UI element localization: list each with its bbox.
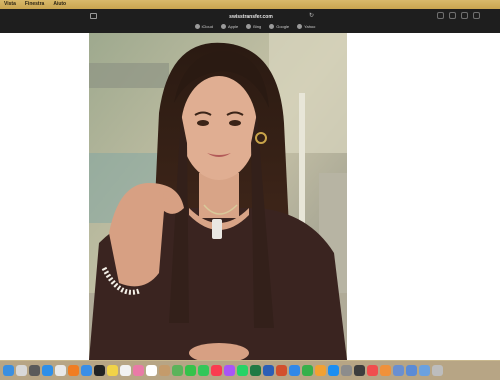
sidebar-toggle-icon[interactable] (90, 13, 97, 19)
downloads-icon[interactable] (406, 365, 417, 376)
system-icon[interactable] (29, 365, 40, 376)
menu-aiuto[interactable]: Aiuto (53, 0, 66, 9)
launchpad-icon[interactable] (16, 365, 27, 376)
word-icon[interactable] (263, 365, 274, 376)
favorite-apple[interactable]: Apple (220, 24, 238, 29)
reminders-icon[interactable] (120, 365, 131, 376)
apple-icon (220, 24, 226, 29)
excel-icon[interactable] (250, 365, 261, 376)
firefox-icon[interactable] (68, 365, 79, 376)
settings-icon[interactable] (341, 365, 352, 376)
toolbar-actions (437, 12, 480, 19)
appstore-icon[interactable] (328, 365, 339, 376)
favorite-yahoo[interactable]: Yahoo (297, 24, 315, 29)
preview-icon[interactable] (393, 365, 404, 376)
books-icon[interactable] (380, 365, 391, 376)
favorites-bar: iCloud Apple Bing Google Yahoo (150, 24, 360, 29)
notes-icon[interactable] (107, 365, 118, 376)
finder-icon[interactable] (3, 365, 14, 376)
favorite-icloud[interactable]: iCloud (194, 24, 213, 29)
powerpoint-icon[interactable] (276, 365, 287, 376)
maps-icon[interactable] (172, 365, 183, 376)
video-frame-image (89, 33, 347, 360)
calendar-icon[interactable] (146, 365, 157, 376)
news-icon[interactable] (367, 365, 378, 376)
podcasts-icon[interactable] (224, 365, 235, 376)
terminal-icon[interactable] (94, 365, 105, 376)
facetime-icon[interactable] (185, 365, 196, 376)
share-icon[interactable] (437, 12, 444, 19)
menu-vista[interactable]: Vista (4, 0, 16, 9)
contacts-icon[interactable] (159, 365, 170, 376)
favorite-bing[interactable]: Bing (246, 24, 261, 29)
favorite-google[interactable]: Google (269, 24, 289, 29)
address-bar[interactable]: swisstransfer.com (186, 13, 316, 21)
menu-finestra[interactable]: Finestra (25, 0, 44, 9)
new-tab-icon[interactable] (461, 12, 468, 19)
icloud-icon (194, 24, 200, 29)
safari-icon[interactable] (42, 365, 53, 376)
trash-icon[interactable] (432, 365, 443, 376)
keynote-icon[interactable] (289, 365, 300, 376)
numbers-icon[interactable] (302, 365, 313, 376)
calculator-icon[interactable] (354, 365, 365, 376)
folder-icon[interactable] (419, 365, 430, 376)
chrome-icon[interactable] (55, 365, 66, 376)
tab-overview-icon[interactable] (473, 12, 480, 19)
google-icon (269, 24, 275, 29)
menu-bar: Vista Finestra Aiuto (0, 0, 500, 9)
video-preview[interactable] (89, 33, 347, 360)
photos-icon[interactable] (133, 365, 144, 376)
bing-icon (246, 24, 252, 29)
dock (0, 360, 500, 380)
browser-toolbar: swisstransfer.com ↻ iCloud Apple Bing Go… (0, 9, 500, 33)
extensions-icon[interactable] (449, 12, 456, 19)
whatsapp-icon[interactable] (237, 365, 248, 376)
reload-icon[interactable]: ↻ (309, 12, 314, 19)
yahoo-icon (297, 24, 303, 29)
music-icon[interactable] (211, 365, 222, 376)
messages-icon[interactable] (198, 365, 209, 376)
mail-icon[interactable] (81, 365, 92, 376)
pages-icon[interactable] (315, 365, 326, 376)
